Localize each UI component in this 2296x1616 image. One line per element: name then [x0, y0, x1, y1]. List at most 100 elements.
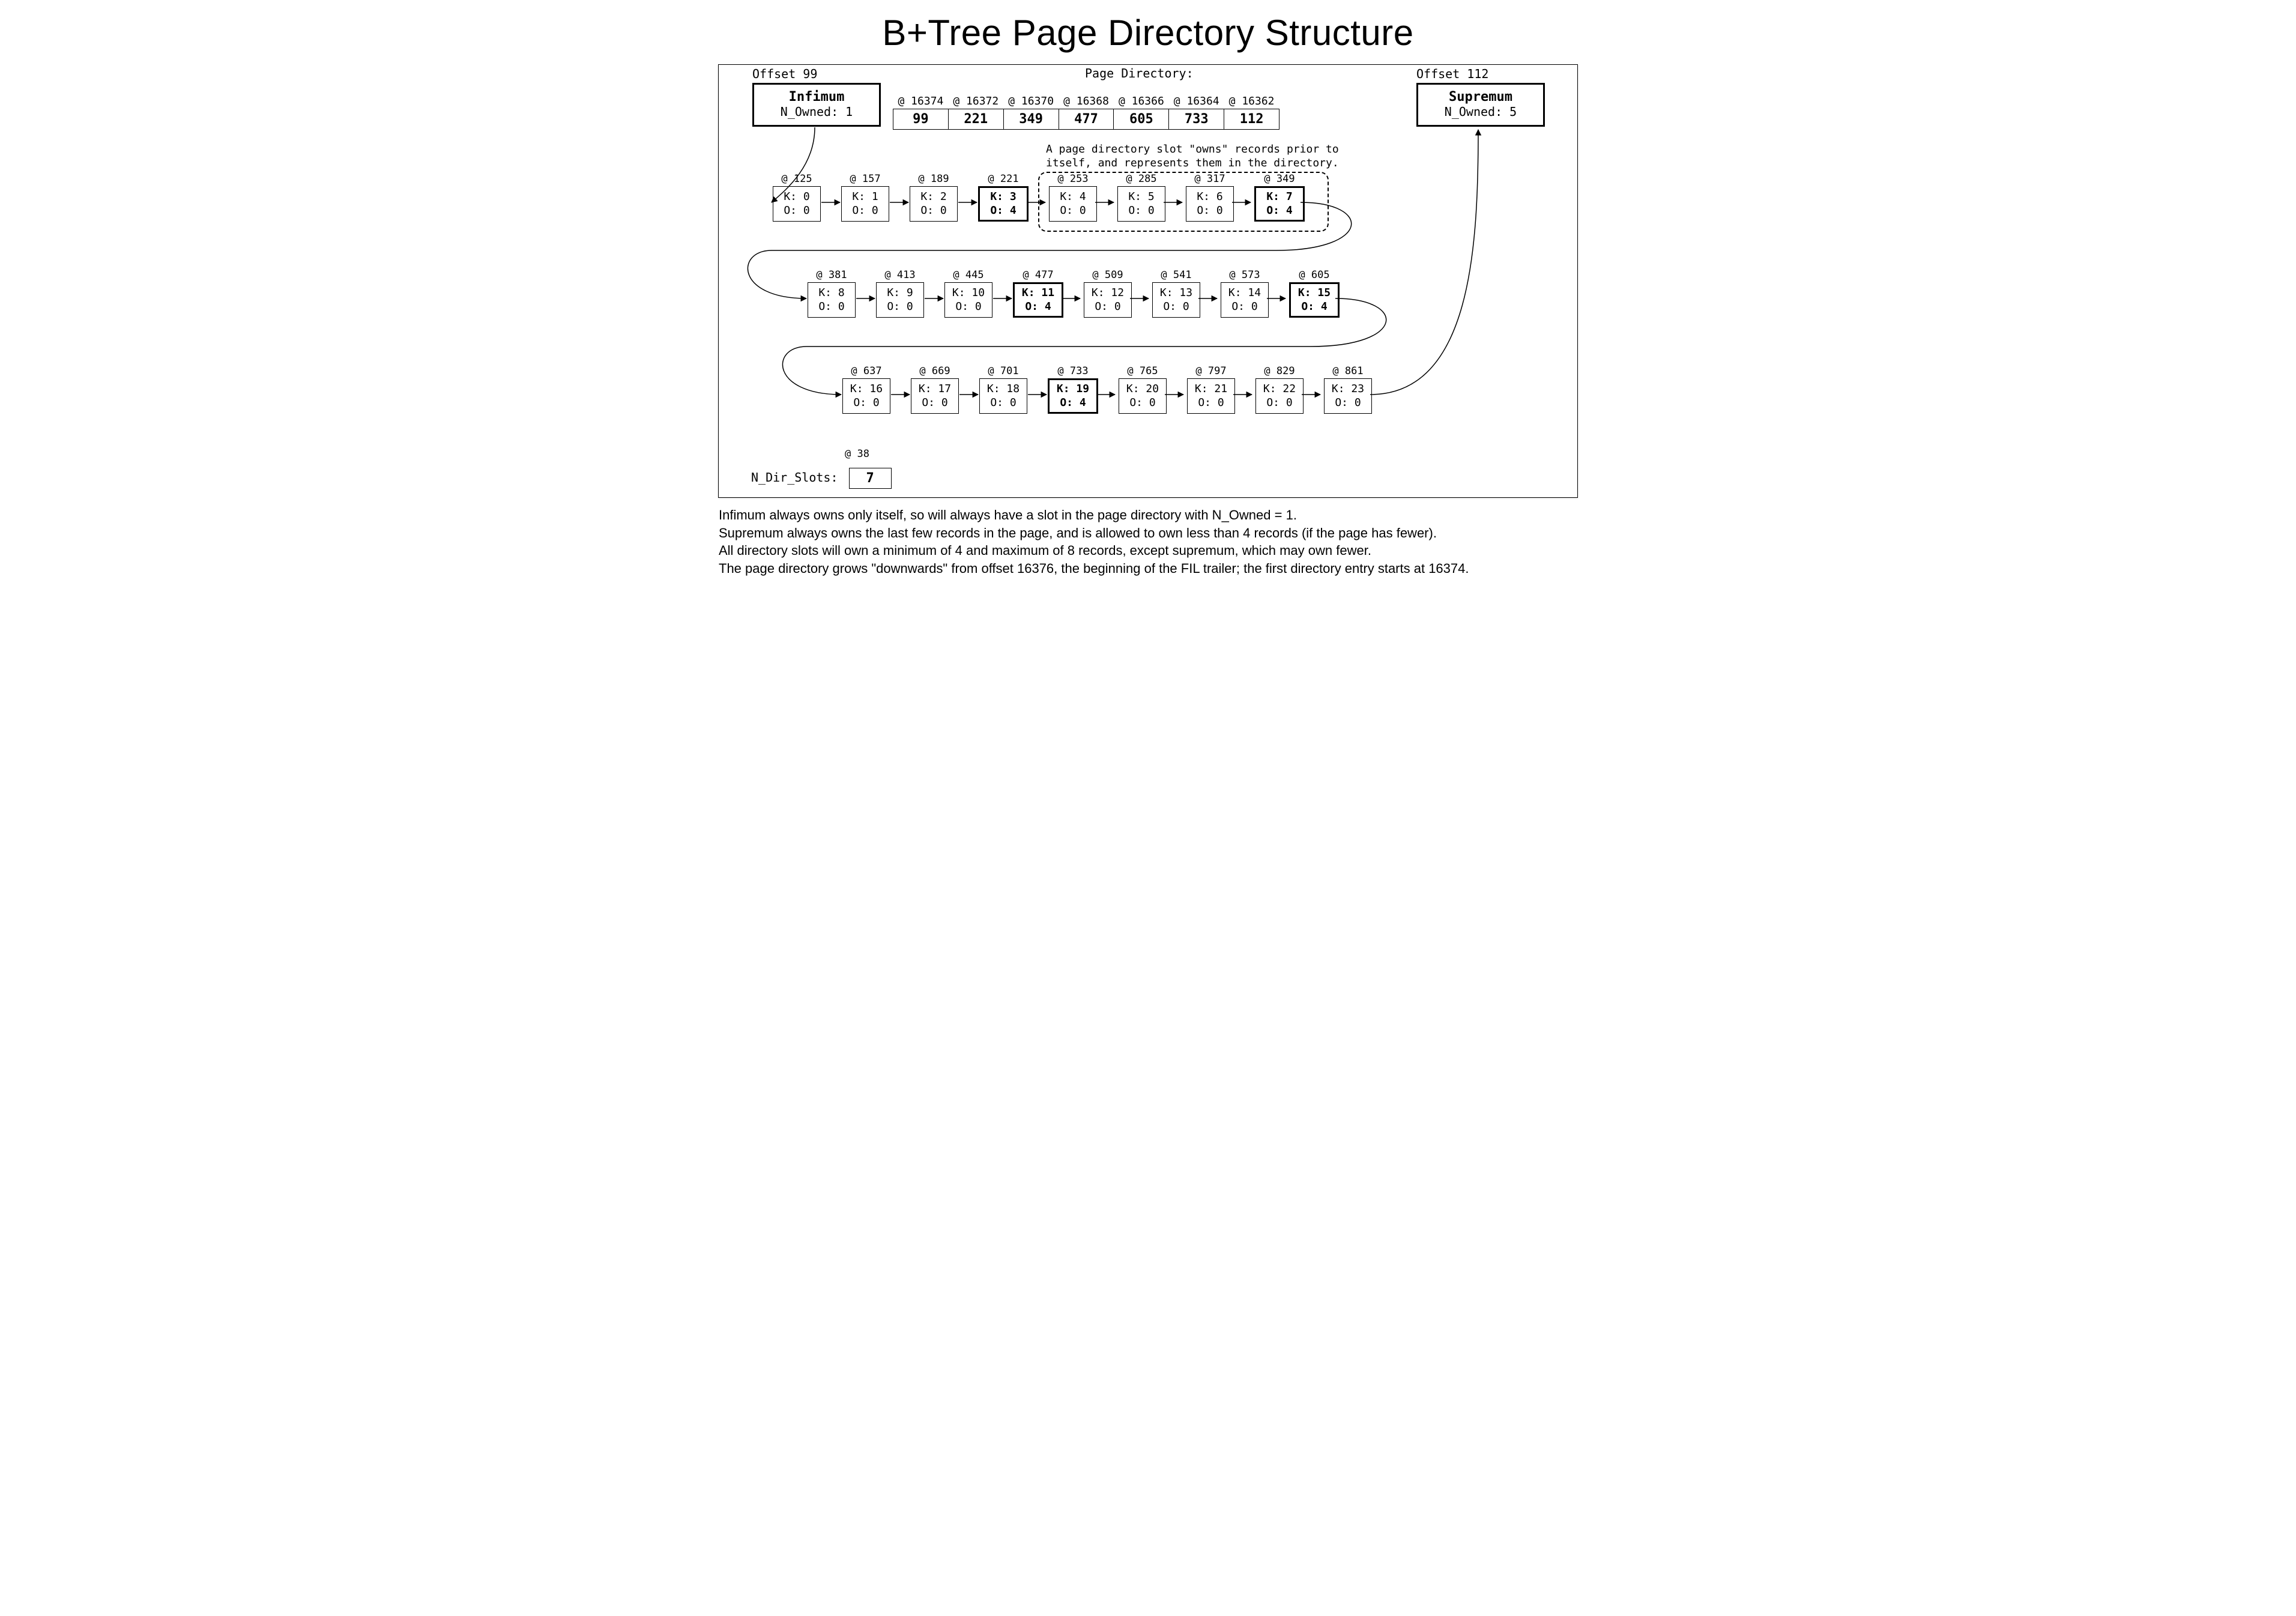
record-owned: O: 4 — [1050, 396, 1096, 410]
record-key: K: 0 — [773, 190, 820, 204]
record-key: K: 19 — [1050, 383, 1096, 396]
record-owner: K: 19O: 4 — [1048, 378, 1098, 414]
dir-slot-value: 349 — [1003, 109, 1059, 130]
record-offset: @ 253 — [1049, 173, 1097, 185]
record-key: K: 20 — [1119, 383, 1166, 396]
ndir-value: 7 — [849, 468, 892, 489]
record-key: K: 10 — [945, 286, 992, 300]
record-key: K: 2 — [910, 190, 957, 204]
ndir-label: N_Dir_Slots: — [751, 470, 838, 485]
record-owned: O: 0 — [773, 204, 820, 218]
record-offset: @ 701 — [979, 365, 1027, 377]
record-offset: @ 189 — [910, 173, 958, 185]
record-offset: @ 125 — [773, 173, 821, 185]
record-offset: @ 573 — [1221, 269, 1269, 281]
record-owned: O: 0 — [843, 396, 890, 410]
record-owned: O: 4 — [1015, 300, 1062, 314]
record-offset: @ 605 — [1289, 269, 1340, 281]
dir-slot-offset: @ 16370 — [1003, 95, 1059, 109]
record-key: K: 6 — [1186, 190, 1233, 204]
record-owned: O: 0 — [808, 300, 855, 314]
record-key: K: 4 — [1050, 190, 1096, 204]
record-offset: @ 637 — [842, 365, 890, 377]
record: K: 14O: 0 — [1221, 282, 1269, 318]
record-owned: O: 0 — [945, 300, 992, 314]
supremum-title: Supremum — [1418, 89, 1543, 104]
record-owned: O: 0 — [1256, 396, 1303, 410]
record-offset: @ 285 — [1117, 173, 1165, 185]
record-owned: O: 0 — [1119, 396, 1166, 410]
page-directory-table: @ 16374@ 16372@ 16370@ 16368@ 16366@ 163… — [893, 95, 1279, 130]
record-owned: O: 0 — [1325, 396, 1371, 410]
record-owner: K: 7O: 4 — [1254, 186, 1305, 222]
record-key: K: 7 — [1256, 190, 1303, 204]
dir-slot-value: 733 — [1169, 109, 1224, 130]
record: K: 16O: 0 — [842, 378, 890, 414]
record-key: K: 23 — [1325, 383, 1371, 396]
record: K: 0O: 0 — [773, 186, 821, 222]
record: K: 22O: 0 — [1255, 378, 1304, 414]
ndir-slots: N_Dir_Slots: 7 — [751, 468, 892, 489]
page-title: B+Tree Page Directory Structure — [689, 12, 1607, 53]
record: K: 21O: 0 — [1187, 378, 1235, 414]
record: K: 20O: 0 — [1119, 378, 1167, 414]
record-offset: @ 829 — [1255, 365, 1304, 377]
footnotes: Infimum always owns only itself, so will… — [719, 506, 1577, 578]
record-key: K: 18 — [980, 383, 1027, 396]
record: K: 12O: 0 — [1084, 282, 1132, 318]
record: K: 8O: 0 — [808, 282, 856, 318]
ndir-offset: @ 38 — [845, 448, 869, 460]
record: K: 10O: 0 — [944, 282, 992, 318]
record: K: 17O: 0 — [911, 378, 959, 414]
dir-slot-value: 477 — [1059, 109, 1114, 130]
infimum-offset-label: Offset 99 — [752, 67, 817, 81]
record-offset: @ 381 — [808, 269, 856, 281]
record-owned: O: 0 — [1186, 204, 1233, 218]
record-offset: @ 317 — [1186, 173, 1234, 185]
record-key: K: 5 — [1118, 190, 1165, 204]
record-offset: @ 477 — [1013, 269, 1063, 281]
record-owned: O: 0 — [910, 204, 957, 218]
record-owned: O: 4 — [980, 204, 1027, 218]
record-key: K: 11 — [1015, 286, 1062, 300]
record: K: 23O: 0 — [1324, 378, 1372, 414]
record-key: K: 1 — [842, 190, 889, 204]
footnote-line: Supremum always owns the last few record… — [719, 524, 1577, 542]
supremum-box: Supremum N_Owned: 5 — [1416, 83, 1545, 127]
record-offset: @ 221 — [978, 173, 1029, 185]
record-owner: K: 11O: 4 — [1013, 282, 1063, 318]
record-key: K: 16 — [843, 383, 890, 396]
diagram-frame: Offset 99 Offset 112 Page Directory: Inf… — [718, 64, 1578, 498]
record-offset: @ 733 — [1048, 365, 1098, 377]
dir-slot-offset: @ 16364 — [1169, 95, 1224, 109]
infimum-title: Infimum — [754, 89, 879, 104]
dir-slot-offset: @ 16374 — [893, 95, 949, 109]
record: K: 18O: 0 — [979, 378, 1027, 414]
dir-slot-value: 605 — [1114, 109, 1169, 130]
dir-slot-offset: @ 16362 — [1224, 95, 1279, 109]
footnote-line: All directory slots will own a minimum o… — [719, 542, 1577, 560]
record-offset: @ 765 — [1119, 365, 1167, 377]
record-offset: @ 861 — [1324, 365, 1372, 377]
record: K: 5O: 0 — [1117, 186, 1165, 222]
ownership-note: A page directory slot "owns" records pri… — [1046, 143, 1352, 170]
record-owner: K: 15O: 4 — [1289, 282, 1340, 318]
record-offset: @ 445 — [944, 269, 992, 281]
record-owned: O: 0 — [1153, 300, 1200, 314]
record-key: K: 15 — [1291, 286, 1338, 300]
record-key: K: 8 — [808, 286, 855, 300]
record-key: K: 9 — [877, 286, 923, 300]
record-owned: O: 0 — [911, 396, 958, 410]
supremum-owned: N_Owned: 5 — [1418, 104, 1543, 119]
record-key: K: 21 — [1188, 383, 1234, 396]
dir-slot-offset: @ 16372 — [948, 95, 1003, 109]
record: K: 13O: 0 — [1152, 282, 1200, 318]
record-owned: O: 4 — [1256, 204, 1303, 218]
footnote-line: The page directory grows "downwards" fro… — [719, 560, 1577, 578]
record-owned: O: 0 — [980, 396, 1027, 410]
record-offset: @ 349 — [1254, 173, 1305, 185]
record-owned: O: 0 — [1050, 204, 1096, 218]
record: K: 4O: 0 — [1049, 186, 1097, 222]
record: K: 6O: 0 — [1186, 186, 1234, 222]
page-directory-label: Page Directory: — [1085, 66, 1194, 80]
